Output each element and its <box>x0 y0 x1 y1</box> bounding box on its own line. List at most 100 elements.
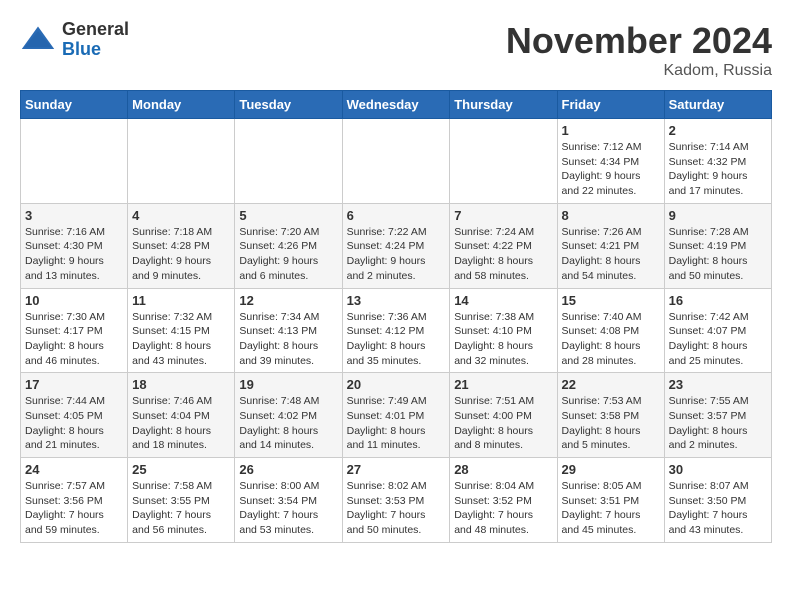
day-number: 25 <box>132 462 230 477</box>
day-number: 8 <box>562 208 660 223</box>
day-number: 13 <box>347 293 446 308</box>
calendar-cell: 27 Sunrise: 8:02 AM Sunset: 3:53 PM Dayli… <box>342 458 450 543</box>
day-number: 28 <box>454 462 552 477</box>
calendar-cell: 25 Sunrise: 7:58 AM Sunset: 3:55 PM Dayli… <box>128 458 235 543</box>
day-info: Sunrise: 7:16 AM Sunset: 4:30 PM Dayligh… <box>25 225 123 284</box>
calendar-cell <box>342 119 450 204</box>
calendar-week-row: 24 Sunrise: 7:57 AM Sunset: 3:56 PM Dayli… <box>21 458 772 543</box>
day-number: 16 <box>669 293 767 308</box>
day-info: Sunrise: 7:49 AM Sunset: 4:01 PM Dayligh… <box>347 394 446 453</box>
day-number: 5 <box>239 208 337 223</box>
day-info: Sunrise: 7:44 AM Sunset: 4:05 PM Dayligh… <box>25 394 123 453</box>
calendar-cell: 2 Sunrise: 7:14 AM Sunset: 4:32 PM Daylig… <box>664 119 771 204</box>
day-info: Sunrise: 7:32 AM Sunset: 4:15 PM Dayligh… <box>132 310 230 369</box>
day-info: Sunrise: 8:07 AM Sunset: 3:50 PM Dayligh… <box>669 479 767 538</box>
calendar-cell: 17 Sunrise: 7:44 AM Sunset: 4:05 PM Dayli… <box>21 373 128 458</box>
day-info: Sunrise: 7:24 AM Sunset: 4:22 PM Dayligh… <box>454 225 552 284</box>
day-number: 20 <box>347 377 446 392</box>
calendar-cell: 10Sunrise: 7:30 AM Sunset: 4:17 PM Dayli… <box>21 288 128 373</box>
day-info: Sunrise: 7:57 AM Sunset: 3:56 PM Dayligh… <box>25 479 123 538</box>
day-number: 27 <box>347 462 446 477</box>
day-number: 23 <box>669 377 767 392</box>
calendar-week-row: 17 Sunrise: 7:44 AM Sunset: 4:05 PM Dayli… <box>21 373 772 458</box>
day-number: 12 <box>239 293 337 308</box>
calendar-cell: 9 Sunrise: 7:28 AM Sunset: 4:19 PM Daylig… <box>664 203 771 288</box>
day-number: 29 <box>562 462 660 477</box>
calendar-cell <box>450 119 557 204</box>
calendar-week-row: 1 Sunrise: 7:12 AM Sunset: 4:34 PM Daylig… <box>21 119 772 204</box>
logo: General Blue <box>20 20 129 60</box>
calendar-cell: 26Sunrise: 8:00 AM Sunset: 3:54 PM Dayli… <box>235 458 342 543</box>
day-number: 3 <box>25 208 123 223</box>
day-info: Sunrise: 8:05 AM Sunset: 3:51 PM Dayligh… <box>562 479 660 538</box>
calendar-cell: 5 Sunrise: 7:20 AM Sunset: 4:26 PM Daylig… <box>235 203 342 288</box>
calendar-cell: 24 Sunrise: 7:57 AM Sunset: 3:56 PM Dayli… <box>21 458 128 543</box>
day-number: 6 <box>347 208 446 223</box>
day-info: Sunrise: 7:28 AM Sunset: 4:19 PM Dayligh… <box>669 225 767 284</box>
day-number: 2 <box>669 123 767 138</box>
weekday-header-saturday: Saturday <box>664 91 771 119</box>
calendar-cell: 1 Sunrise: 7:12 AM Sunset: 4:34 PM Daylig… <box>557 119 664 204</box>
day-number: 4 <box>132 208 230 223</box>
day-info: Sunrise: 7:14 AM Sunset: 4:32 PM Dayligh… <box>669 140 767 199</box>
calendar-cell: 7 Sunrise: 7:24 AM Sunset: 4:22 PM Daylig… <box>450 203 557 288</box>
weekday-header-row: SundayMondayTuesdayWednesdayThursdayFrid… <box>21 91 772 119</box>
calendar-cell: 3 Sunrise: 7:16 AM Sunset: 4:30 PM Daylig… <box>21 203 128 288</box>
calendar-cell: 20 Sunrise: 7:49 AM Sunset: 4:01 PM Dayli… <box>342 373 450 458</box>
day-info: Sunrise: 7:40 AM Sunset: 4:08 PM Dayligh… <box>562 310 660 369</box>
page-header: General Blue November 2024 Kadom, Russia <box>20 20 772 80</box>
calendar-cell: 29 Sunrise: 8:05 AM Sunset: 3:51 PM Dayli… <box>557 458 664 543</box>
calendar-cell: 18Sunrise: 7:46 AM Sunset: 4:04 PM Dayli… <box>128 373 235 458</box>
day-number: 22 <box>562 377 660 392</box>
day-number: 26 <box>239 462 337 477</box>
calendar-cell <box>128 119 235 204</box>
day-number: 30 <box>669 462 767 477</box>
day-info: Sunrise: 7:53 AM Sunset: 3:58 PM Dayligh… <box>562 394 660 453</box>
day-info: Sunrise: 7:34 AM Sunset: 4:13 PM Dayligh… <box>239 310 337 369</box>
day-info: Sunrise: 7:42 AM Sunset: 4:07 PM Dayligh… <box>669 310 767 369</box>
day-number: 19 <box>239 377 337 392</box>
day-info: Sunrise: 7:18 AM Sunset: 4:28 PM Dayligh… <box>132 225 230 284</box>
day-number: 10 <box>25 293 123 308</box>
day-info: Sunrise: 8:02 AM Sunset: 3:53 PM Dayligh… <box>347 479 446 538</box>
day-info: Sunrise: 7:22 AM Sunset: 4:24 PM Dayligh… <box>347 225 446 284</box>
weekday-header-monday: Monday <box>128 91 235 119</box>
day-info: Sunrise: 7:58 AM Sunset: 3:55 PM Dayligh… <box>132 479 230 538</box>
weekday-header-thursday: Thursday <box>450 91 557 119</box>
calendar-cell <box>235 119 342 204</box>
day-info: Sunrise: 7:12 AM Sunset: 4:34 PM Dayligh… <box>562 140 660 199</box>
logo-text: General Blue <box>62 20 129 60</box>
day-number: 18 <box>132 377 230 392</box>
weekday-header-sunday: Sunday <box>21 91 128 119</box>
day-number: 24 <box>25 462 123 477</box>
location: Kadom, Russia <box>506 62 772 80</box>
day-number: 1 <box>562 123 660 138</box>
calendar-cell: 30 Sunrise: 8:07 AM Sunset: 3:50 PM Dayli… <box>664 458 771 543</box>
day-info: Sunrise: 7:36 AM Sunset: 4:12 PM Dayligh… <box>347 310 446 369</box>
calendar-cell: 16 Sunrise: 7:42 AM Sunset: 4:07 PM Dayli… <box>664 288 771 373</box>
month-title: November 2024 <box>506 20 772 62</box>
day-info: Sunrise: 7:55 AM Sunset: 3:57 PM Dayligh… <box>669 394 767 453</box>
day-number: 7 <box>454 208 552 223</box>
calendar-cell: 14Sunrise: 7:38 AM Sunset: 4:10 PM Dayli… <box>450 288 557 373</box>
calendar-cell <box>21 119 128 204</box>
calendar-cell: 6 Sunrise: 7:22 AM Sunset: 4:24 PM Daylig… <box>342 203 450 288</box>
calendar-week-row: 3 Sunrise: 7:16 AM Sunset: 4:30 PM Daylig… <box>21 203 772 288</box>
calendar-table: SundayMondayTuesdayWednesdayThursdayFrid… <box>20 90 772 543</box>
day-number: 9 <box>669 208 767 223</box>
calendar-cell: 8 Sunrise: 7:26 AM Sunset: 4:21 PM Daylig… <box>557 203 664 288</box>
calendar-cell: 22 Sunrise: 7:53 AM Sunset: 3:58 PM Dayli… <box>557 373 664 458</box>
day-info: Sunrise: 8:04 AM Sunset: 3:52 PM Dayligh… <box>454 479 552 538</box>
weekday-header-wednesday: Wednesday <box>342 91 450 119</box>
day-number: 17 <box>25 377 123 392</box>
calendar-cell: 13 Sunrise: 7:36 AM Sunset: 4:12 PM Dayli… <box>342 288 450 373</box>
day-info: Sunrise: 7:26 AM Sunset: 4:21 PM Dayligh… <box>562 225 660 284</box>
day-number: 14 <box>454 293 552 308</box>
calendar-cell: 19Sunrise: 7:48 AM Sunset: 4:02 PM Dayli… <box>235 373 342 458</box>
calendar-cell: 21Sunrise: 7:51 AM Sunset: 4:00 PM Dayli… <box>450 373 557 458</box>
calendar-week-row: 10Sunrise: 7:30 AM Sunset: 4:17 PM Dayli… <box>21 288 772 373</box>
calendar-cell: 15Sunrise: 7:40 AM Sunset: 4:08 PM Dayli… <box>557 288 664 373</box>
calendar-cell: 23 Sunrise: 7:55 AM Sunset: 3:57 PM Dayli… <box>664 373 771 458</box>
day-info: Sunrise: 7:20 AM Sunset: 4:26 PM Dayligh… <box>239 225 337 284</box>
logo-icon <box>20 22 56 58</box>
